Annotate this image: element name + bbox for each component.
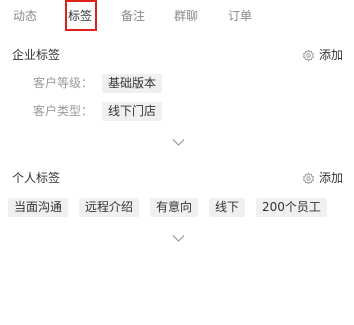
gear-icon [302,49,315,61]
tab-activity[interactable]: 动态 [13,8,37,24]
customer-level-label: 客户等级： [33,76,94,90]
personal-tags-title: 个人标签 [12,171,61,185]
tab-groups[interactable]: 群聊 [174,8,198,24]
tab-bar: 动态 标签 备注 群聊 订单 [0,0,354,34]
enterprise-tags-title: 企业标签 [12,48,61,62]
customer-type-value: 线下门店 [102,102,163,121]
personal-tag: 线下 [209,198,246,217]
customer-level-value: 基础版本 [102,74,163,93]
personal-tag: 200个员工 [256,198,327,217]
personal-add-label: 添加 [319,171,344,185]
tab-notes[interactable]: 备注 [121,8,145,24]
tab-orders[interactable]: 订单 [228,8,252,24]
personal-tag: 远程介绍 [79,198,140,217]
personal-tag: 有意向 [150,198,199,217]
enterprise-add-label: 添加 [319,48,344,62]
personal-add-button[interactable]: 添加 [302,170,343,186]
gear-icon [302,172,315,184]
personal-tag: 当面沟通 [8,198,69,217]
customer-type-label: 客户类型： [33,104,94,118]
chevron-down-icon[interactable] [172,138,185,147]
tab-tags[interactable]: 标签 [68,8,92,24]
enterprise-add-button[interactable]: 添加 [302,47,343,63]
chevron-down-icon[interactable] [172,234,185,243]
